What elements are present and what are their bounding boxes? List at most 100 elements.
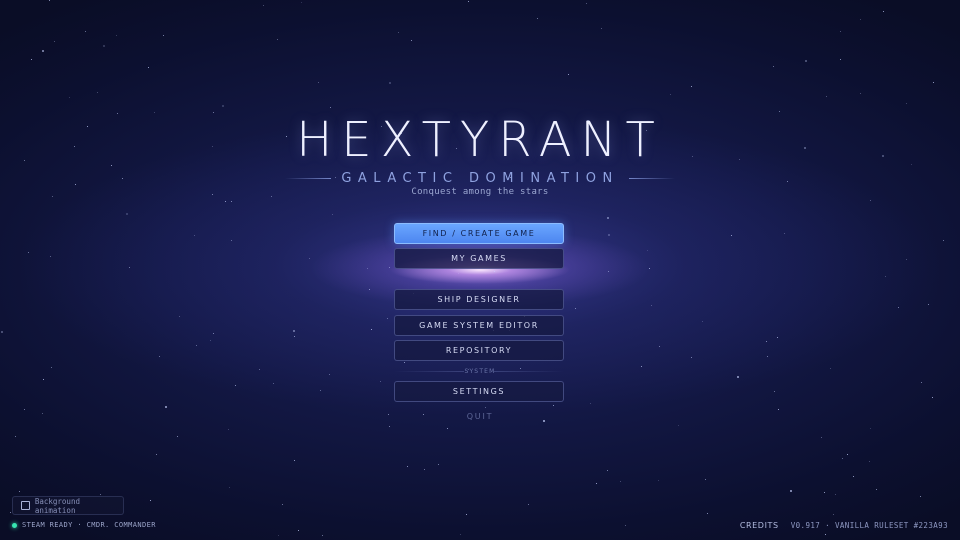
star (659, 346, 660, 347)
star (322, 535, 323, 536)
star (460, 534, 461, 535)
star (485, 407, 486, 408)
star (19, 491, 20, 492)
star (702, 321, 703, 322)
star (870, 428, 871, 429)
star (553, 405, 554, 406)
star (15, 436, 16, 437)
star (883, 11, 884, 12)
star (31, 59, 32, 60)
star (424, 469, 425, 470)
star (411, 40, 412, 41)
game-title: HEXTYRANT (296, 112, 664, 168)
star (641, 366, 642, 367)
settings-button[interactable]: SETTINGS (394, 381, 564, 402)
star (821, 437, 822, 438)
star (194, 235, 195, 236)
star (840, 59, 841, 60)
star (389, 267, 390, 268)
star (568, 74, 569, 75)
star (601, 28, 602, 29)
credits-link[interactable]: CREDITS (740, 521, 779, 530)
star (825, 534, 826, 535)
status-text: STEAM READY · CMDR. COMMANDER (22, 521, 156, 529)
star (387, 318, 388, 319)
star (389, 82, 391, 84)
status-bar: STEAM READY · CMDR. COMMANDER (12, 521, 156, 529)
star (293, 330, 295, 332)
star (54, 41, 55, 42)
star (126, 213, 128, 215)
status-indicator-icon (12, 522, 17, 528)
checkbox-icon[interactable] (21, 501, 30, 510)
star (213, 333, 214, 334)
star (235, 385, 236, 386)
star (50, 256, 51, 257)
game-system-editor-button[interactable]: GAME SYSTEM EDITOR (394, 315, 564, 336)
star (100, 494, 101, 495)
star (277, 39, 278, 40)
star (159, 356, 160, 357)
star (196, 345, 197, 346)
star (278, 535, 279, 536)
star (805, 60, 807, 62)
star (85, 31, 86, 32)
star (906, 259, 907, 260)
subtitle-rule-left (285, 177, 332, 179)
star (263, 5, 264, 6)
find-create-game-button[interactable]: FIND / CREATE GAME (394, 223, 564, 244)
star (731, 235, 732, 236)
star (737, 376, 739, 378)
star (607, 470, 608, 471)
star (649, 268, 650, 269)
star (177, 436, 178, 437)
star (116, 35, 117, 36)
my-games-button[interactable]: MY GAMES (394, 248, 564, 269)
star (778, 409, 779, 410)
star (670, 94, 671, 95)
star (678, 425, 679, 426)
star (49, 0, 50, 1)
star (860, 93, 861, 94)
star (210, 340, 211, 341)
star (620, 481, 621, 482)
repository-button[interactable]: REPOSITORY (394, 340, 564, 361)
star (537, 18, 538, 19)
section-label-system: SYSTEM (464, 368, 496, 375)
star (790, 490, 792, 492)
star (898, 307, 899, 308)
star (824, 492, 825, 493)
tagline: Conquest among the stars (411, 187, 549, 197)
quit-button[interactable]: QUIT (0, 412, 960, 421)
star (590, 403, 591, 404)
star (163, 35, 164, 36)
star (840, 31, 841, 32)
star (332, 214, 333, 215)
star (691, 86, 692, 87)
star (784, 233, 785, 234)
star (607, 217, 609, 219)
star (928, 304, 929, 305)
star (575, 308, 576, 309)
subtitle-row: GALACTIC DOMINATION (0, 168, 960, 188)
star (301, 2, 302, 3)
star (458, 273, 459, 274)
star (596, 483, 597, 484)
star (97, 92, 98, 93)
star (438, 464, 439, 465)
star (294, 336, 295, 337)
star (705, 479, 706, 480)
star (398, 32, 399, 33)
star (835, 494, 836, 495)
star (906, 103, 907, 104)
star (156, 454, 157, 455)
ship-designer-button[interactable]: SHIP DESIGNER (394, 289, 564, 310)
star (608, 271, 609, 272)
background-animation-toggle[interactable]: Background animation (12, 496, 124, 515)
star (10, 512, 11, 513)
star (179, 316, 180, 317)
star (943, 240, 944, 241)
star (228, 429, 229, 430)
star (367, 268, 368, 269)
star (294, 460, 295, 461)
